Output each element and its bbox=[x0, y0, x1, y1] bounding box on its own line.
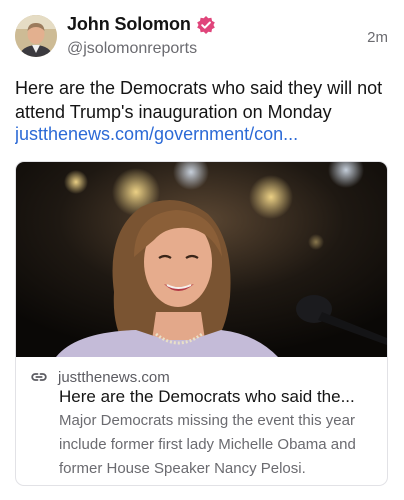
author-display-name[interactable]: John Solomon bbox=[67, 14, 191, 35]
card-description: Major Democrats missing the event this y… bbox=[59, 412, 356, 477]
card-domain-row: justthenews.com bbox=[30, 368, 170, 386]
author-name-row[interactable]: John Solomon bbox=[67, 14, 216, 35]
card-image[interactable] bbox=[16, 162, 387, 357]
verified-badge-icon bbox=[196, 15, 216, 35]
post-link[interactable]: justthenews.com/government/con... bbox=[15, 122, 395, 146]
author-handle[interactable]: @jsolomonreports bbox=[67, 40, 197, 58]
post-text: Here are the Democrats who said they wil… bbox=[15, 78, 383, 122]
card-domain: justthenews.com bbox=[58, 368, 170, 386]
post-timestamp[interactable]: 2m bbox=[367, 29, 388, 46]
post[interactable]: John Solomon @jsolomonreports 2m Here ar… bbox=[0, 0, 404, 500]
link-preview-card[interactable]: justthenews.com Here are the Democrats w… bbox=[15, 161, 388, 486]
author-avatar[interactable] bbox=[15, 15, 57, 57]
link-icon bbox=[30, 368, 48, 386]
woman-speaking-photo-icon bbox=[16, 162, 387, 357]
card-title[interactable]: Here are the Democrats who said the... bbox=[59, 386, 377, 408]
avatar-photo-icon bbox=[15, 15, 57, 57]
